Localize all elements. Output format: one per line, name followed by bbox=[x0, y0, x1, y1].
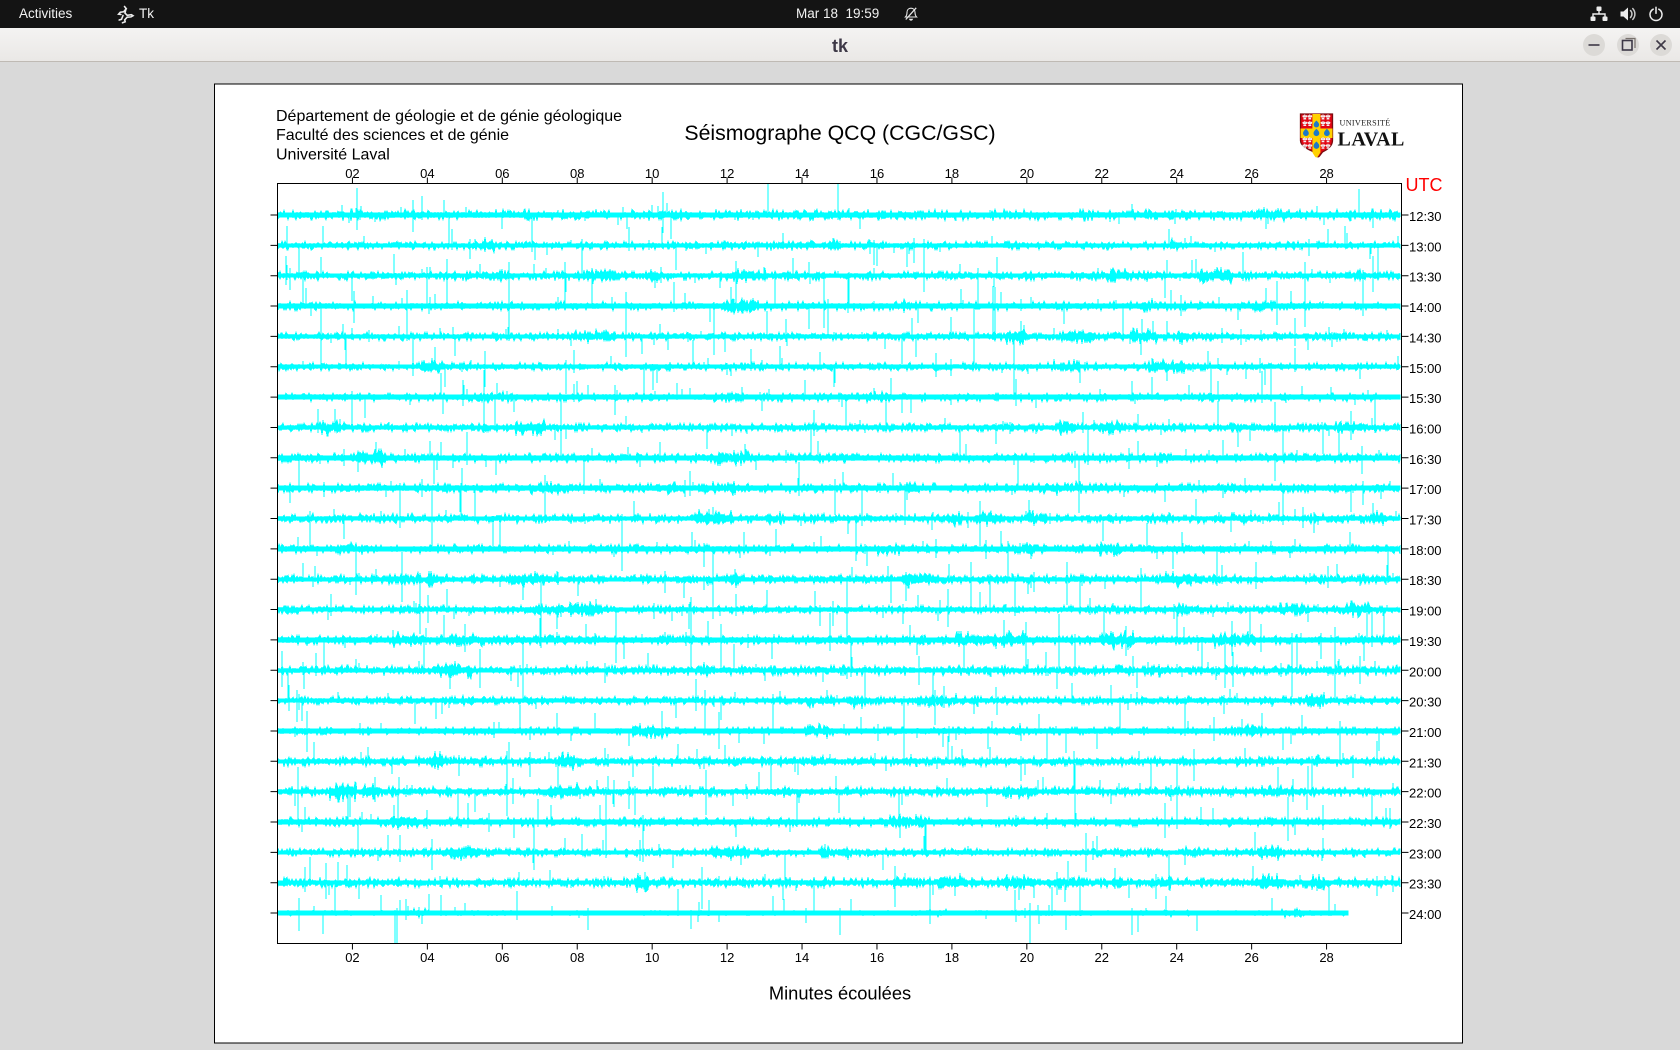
svg-text:Université Laval: Université Laval bbox=[276, 147, 390, 164]
svg-text:22:30: 22:30 bbox=[1409, 816, 1442, 831]
svg-text:UTC: UTC bbox=[1406, 175, 1443, 195]
svg-text:18:00: 18:00 bbox=[1409, 543, 1442, 558]
svg-text:24: 24 bbox=[1169, 166, 1183, 181]
svg-text:12: 12 bbox=[720, 166, 734, 181]
svg-text:28: 28 bbox=[1319, 950, 1333, 965]
svg-text:14: 14 bbox=[795, 166, 809, 181]
svg-text:08: 08 bbox=[570, 166, 584, 181]
svg-text:06: 06 bbox=[495, 166, 509, 181]
svg-text:14:30: 14:30 bbox=[1409, 330, 1442, 345]
svg-text:02: 02 bbox=[345, 166, 359, 181]
svg-text:15:30: 15:30 bbox=[1409, 391, 1442, 406]
svg-text:17:30: 17:30 bbox=[1409, 513, 1442, 528]
svg-text:19:00: 19:00 bbox=[1409, 604, 1442, 619]
svg-text:12:30: 12:30 bbox=[1409, 209, 1442, 224]
svg-text:04: 04 bbox=[420, 166, 434, 181]
svg-text:16:00: 16:00 bbox=[1409, 421, 1442, 436]
svg-text:Faculté des sciences et de gén: Faculté des sciences et de génie bbox=[276, 127, 509, 144]
svg-text:22: 22 bbox=[1095, 166, 1109, 181]
svg-text:13:00: 13:00 bbox=[1409, 239, 1442, 254]
svg-text:23:00: 23:00 bbox=[1409, 846, 1442, 861]
svg-text:14:00: 14:00 bbox=[1409, 300, 1442, 315]
svg-text:20: 20 bbox=[1020, 950, 1034, 965]
svg-text:15:00: 15:00 bbox=[1409, 361, 1442, 376]
svg-text:26: 26 bbox=[1244, 166, 1258, 181]
svg-text:20:30: 20:30 bbox=[1409, 695, 1442, 710]
svg-text:24:00: 24:00 bbox=[1409, 907, 1442, 922]
svg-text:17:00: 17:00 bbox=[1409, 482, 1442, 497]
svg-text:Minutes écoulées: Minutes écoulées bbox=[769, 983, 911, 1004]
svg-text:Département de géologie et de: Département de géologie et de génie géol… bbox=[276, 108, 622, 125]
svg-text:26: 26 bbox=[1244, 950, 1258, 965]
svg-text:13:30: 13:30 bbox=[1409, 270, 1442, 285]
svg-text:UNIVERSITÉ: UNIVERSITÉ bbox=[1340, 117, 1391, 127]
svg-text:18:30: 18:30 bbox=[1409, 573, 1442, 588]
svg-text:24: 24 bbox=[1169, 950, 1183, 965]
svg-text:21:30: 21:30 bbox=[1409, 755, 1442, 770]
svg-text:10: 10 bbox=[645, 166, 659, 181]
svg-text:10: 10 bbox=[645, 950, 659, 965]
svg-text:23:30: 23:30 bbox=[1409, 877, 1442, 892]
svg-text:06: 06 bbox=[495, 950, 509, 965]
svg-text:14: 14 bbox=[795, 950, 809, 965]
svg-text:21:00: 21:00 bbox=[1409, 725, 1442, 740]
svg-text:12: 12 bbox=[720, 950, 734, 965]
svg-text:08: 08 bbox=[570, 950, 584, 965]
svg-text:16:30: 16:30 bbox=[1409, 452, 1442, 467]
svg-text:02: 02 bbox=[345, 950, 359, 965]
svg-text:16: 16 bbox=[870, 950, 884, 965]
svg-text:20: 20 bbox=[1020, 166, 1034, 181]
svg-text:22: 22 bbox=[1095, 950, 1109, 965]
svg-text:18: 18 bbox=[945, 166, 959, 181]
svg-text:28: 28 bbox=[1319, 166, 1333, 181]
svg-text:19:30: 19:30 bbox=[1409, 634, 1442, 649]
svg-text:LAVAL: LAVAL bbox=[1338, 129, 1405, 151]
svg-text:Séismographe QCQ (CGC/GSC): Séismographe QCQ (CGC/GSC) bbox=[684, 121, 995, 145]
svg-text:16: 16 bbox=[870, 166, 884, 181]
svg-text:18: 18 bbox=[945, 950, 959, 965]
svg-text:20:00: 20:00 bbox=[1409, 664, 1442, 679]
svg-text:22:00: 22:00 bbox=[1409, 786, 1442, 801]
svg-text:04: 04 bbox=[420, 950, 434, 965]
